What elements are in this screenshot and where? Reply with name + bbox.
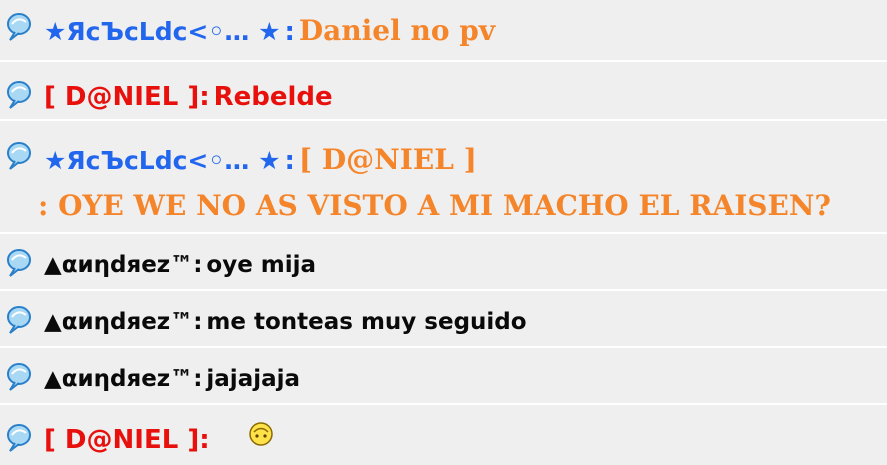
sender-separator: : <box>193 252 203 278</box>
sender-separator: : <box>193 366 203 392</box>
chat-message: ▲αиηdяez™: oye mija <box>0 234 887 291</box>
sender-name: ▲αиηdяez™ <box>44 309 194 335</box>
sender-name: [ D@NIEL ] <box>44 425 200 455</box>
sender-separator: : <box>284 146 295 176</box>
chat-message: ▲αиηdяez™: me tonteas muy seguido <box>0 291 887 348</box>
smiley-icon <box>249 422 273 446</box>
balloon-icon <box>7 142 31 170</box>
sender-name: ★ЯϲЪϲLdϲ<◦… ★ <box>44 146 281 175</box>
message-text: oye mija <box>206 252 317 278</box>
chat-message: [ D@NIEL ]: <box>0 405 887 465</box>
sender-name: ▲αиηdяez™ <box>44 252 194 278</box>
sender-name: [ D@NIEL ] <box>44 82 200 112</box>
sender-separator: : <box>199 425 210 455</box>
balloon-icon <box>7 249 31 277</box>
message-text: jajajaja <box>206 366 301 392</box>
sender-name: ▲αиηdяez™ <box>44 366 194 392</box>
chat-message: ★ЯϲЪϲLdϲ<◦… ★ : [ D@NIEL ] : OYE WE NO A… <box>0 121 887 234</box>
balloon-icon <box>7 306 31 334</box>
chat-message: ▲αиηdяez™: jajajaja <box>0 348 887 405</box>
balloon-icon <box>7 363 31 391</box>
chat-message: ★ЯϲЪϲLdϲ<◦… ★ : Daniel no pv <box>0 0 887 62</box>
chat-message: [ D@NIEL ]: Rebelde <box>0 62 887 121</box>
balloon-icon <box>7 81 31 109</box>
balloon-icon <box>7 424 31 452</box>
sender-separator: : <box>199 82 210 112</box>
message-text: [ D@NIEL ] <box>298 143 477 176</box>
chat-transcript: ★ЯϲЪϲLdϲ<◦… ★ : Daniel no pv [ D@NIEL ]:… <box>0 0 887 465</box>
sender-separator: : <box>193 309 203 335</box>
message-text: Daniel no pv <box>298 14 496 47</box>
balloon-icon <box>7 13 31 41</box>
sender-name: ★ЯϲЪϲLdϲ<◦… ★ <box>44 17 281 46</box>
message-text: me tonteas muy seguido <box>206 309 527 335</box>
message-text-continuation: : OYE WE NO AS VISTO A MI MACHO EL RAISE… <box>38 189 831 222</box>
message-text: Rebelde <box>213 82 333 112</box>
sender-separator: : <box>284 17 295 47</box>
